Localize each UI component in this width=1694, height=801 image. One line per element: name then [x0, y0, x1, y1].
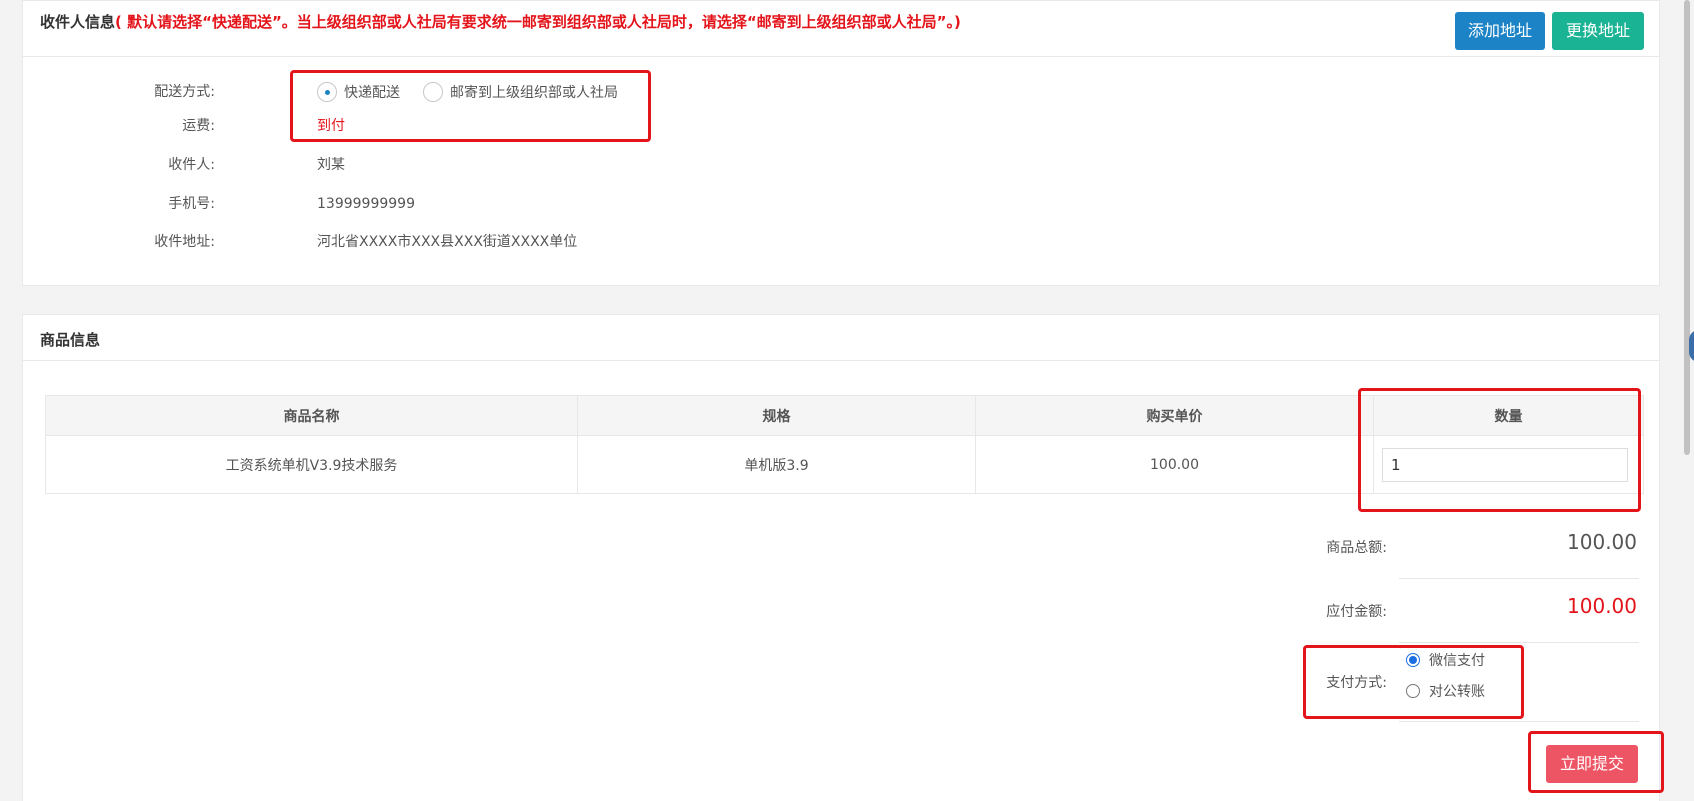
payable-value: 100.00 — [1567, 594, 1637, 618]
divider — [1399, 578, 1639, 579]
payment-option-wechat[interactable]: 微信支付 — [1406, 648, 1485, 672]
goods-spec-cell: 单机版3.9 — [577, 435, 976, 494]
address-row: 收件地址: 河北省XXXX市XXX县XXX街道XXXX单位 — [23, 230, 823, 254]
radio-selected-icon[interactable] — [1406, 653, 1420, 667]
address-label: 收件地址: — [154, 234, 215, 250]
table-row: 工资系统单机V3.9技术服务 单机版3.9 100.00 — [45, 435, 1644, 494]
freight-row: 运费: 到付 — [23, 114, 823, 138]
phone-label: 手机号: — [168, 196, 215, 212]
add-address-button[interactable]: 添加地址 — [1455, 12, 1545, 50]
radio-unselected-icon[interactable] — [1406, 684, 1420, 698]
goods-price-cell: 100.00 — [975, 435, 1374, 494]
radio-unselected-icon[interactable] — [423, 82, 443, 102]
submit-button[interactable]: 立即提交 — [1546, 745, 1638, 783]
receiver-panel: 收件人信息( 默认请选择“快递配送”。当上级组织部或人社局有要求统一邮寄到组织部… — [22, 0, 1660, 286]
freight-value: 到付 — [317, 118, 345, 134]
receiver-note: ( 默认请选择“快递配送”。当上级组织部或人社局有要求统一邮寄到组织部或人社局时… — [115, 13, 961, 31]
payment-option-transfer-label: 对公转账 — [1429, 684, 1485, 700]
subtotal-value: 100.00 — [1567, 530, 1637, 554]
payable-label: 应付金额: — [1326, 604, 1387, 620]
delivery-option-mail-label: 邮寄到上级组织部或人社局 — [450, 85, 618, 101]
side-float-tab[interactable] — [1689, 330, 1694, 362]
delivery-method-label: 配送方式: — [154, 84, 215, 100]
column-header-spec: 规格 — [577, 395, 976, 436]
payment-option-transfer[interactable]: 对公转账 — [1406, 679, 1485, 703]
column-header-quantity: 数量 — [1373, 395, 1644, 436]
phone-value: 13999999999 — [317, 196, 415, 212]
goods-quantity-cell — [1373, 435, 1644, 494]
goods-name-cell: 工资系统单机V3.9技术服务 — [45, 435, 578, 494]
change-address-button[interactable]: 更换地址 — [1552, 12, 1644, 50]
goods-table: 商品名称 规格 购买单价 数量 工资系统单机V3.9技术服务 单机版3.9 10… — [45, 395, 1644, 494]
divider — [1399, 642, 1639, 643]
goods-panel: 商品信息 商品名称 规格 购买单价 数量 工资系统单机V3.9技术服务 单机版3… — [22, 314, 1660, 801]
scrollbar-thumb[interactable] — [1684, 0, 1690, 455]
quantity-input[interactable] — [1382, 447, 1628, 482]
goods-table-header-row: 商品名称 规格 购买单价 数量 — [45, 395, 1644, 436]
subtotal-label: 商品总额: — [1326, 540, 1387, 556]
phone-row: 手机号: 13999999999 — [23, 192, 823, 216]
delivery-option-express[interactable]: 快递配送 — [317, 80, 400, 104]
payment-method-label: 支付方式: — [1326, 675, 1387, 691]
column-header-name: 商品名称 — [45, 395, 578, 436]
recipient-label: 收件人: — [168, 157, 215, 173]
receiver-title: 收件人信息( 默认请选择“快递配送”。当上级组织部或人社局有要求统一邮寄到组织部… — [40, 11, 961, 32]
delivery-option-express-label: 快递配送 — [344, 85, 400, 101]
recipient-value: 刘某 — [317, 157, 345, 173]
freight-label: 运费: — [182, 118, 215, 134]
column-header-price: 购买单价 — [975, 395, 1374, 436]
delivery-method-row: 配送方式: 快递配送 邮寄到上级组织部或人社局 — [23, 80, 823, 104]
divider — [1399, 721, 1639, 722]
delivery-option-mail[interactable]: 邮寄到上级组织部或人社局 — [423, 80, 618, 104]
goods-panel-header: 商品信息 — [23, 315, 1659, 361]
payment-option-wechat-label: 微信支付 — [1429, 653, 1485, 669]
radio-selected-icon[interactable] — [317, 82, 337, 102]
recipient-row: 收件人: 刘某 — [23, 153, 823, 177]
goods-title: 商品信息 — [40, 331, 101, 349]
receiver-panel-header: 收件人信息( 默认请选择“快递配送”。当上级组织部或人社局有要求统一邮寄到组织部… — [23, 1, 1659, 57]
receiver-title-text: 收件人信息 — [40, 13, 116, 31]
address-value: 河北省XXXX市XXX县XXX街道XXXX单位 — [317, 234, 578, 250]
